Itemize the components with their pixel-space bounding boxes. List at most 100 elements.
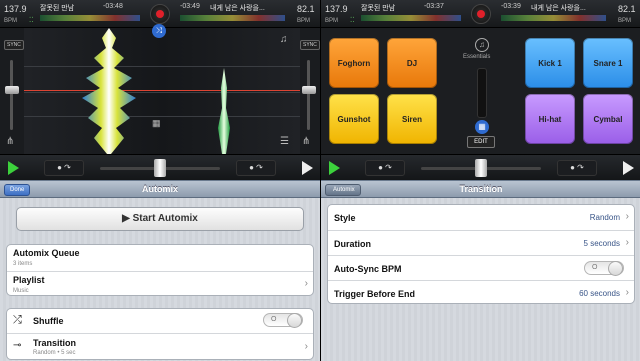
automix-panel: ▶ Start Automix Automix Queue 3 items Pl…: [0, 198, 320, 361]
pad-dj[interactable]: DJ: [387, 38, 437, 88]
automix-queue-sub: 3 items: [13, 261, 33, 267]
waveform-deck: SYNC ⋔ ♫ ☰ ⤨ ▦ ♫ ☰ SYNC ⋔: [0, 24, 320, 154]
transition-group: Style Random › Duration 5 seconds › Auto…: [327, 204, 635, 304]
shuffle-title: Shuffle: [33, 316, 64, 326]
shuffle-toggle[interactable]: O: [263, 313, 303, 328]
shuffle-icon: ⤮: [13, 314, 22, 326]
transition-navbar: Automix Transition: [321, 180, 640, 198]
duration-value: 5 seconds: [583, 239, 620, 248]
shuffle-toggle-label: O: [271, 316, 277, 323]
pad-hi-hat[interactable]: Hi-hat: [525, 94, 575, 144]
record-button[interactable]: [471, 4, 491, 24]
waveform-lane[interactable]: ⤨ ▦: [24, 24, 300, 154]
pad-gunshot[interactable]: Gunshot: [329, 94, 379, 144]
duration-row[interactable]: Duration 5 seconds ›: [328, 230, 634, 255]
style-value: Random: [589, 213, 620, 222]
grid-menu-icon[interactable]: ▦: [152, 118, 161, 129]
transport-bar: ● ↷ ● ↷: [321, 154, 640, 180]
deck-b-track-title: 내게 남은 사랑을...: [531, 5, 586, 12]
deck-b-pitch-knob[interactable]: [302, 86, 316, 94]
start-automix-button[interactable]: ▶ Start Automix: [16, 207, 304, 231]
deck-a-overview-waveform[interactable]: [40, 15, 140, 21]
deck-b-time: -03:39: [501, 3, 521, 10]
deck-b-pitch-fader[interactable]: [307, 60, 310, 130]
deck-a-cue-loop-button[interactable]: ● ↷: [44, 160, 84, 176]
sampler-deck: Foghorn DJ Gunshot Siren ♫ Essentials ▦ …: [321, 28, 640, 154]
duration-label: Duration: [334, 239, 371, 249]
automix-title: Automix: [142, 184, 178, 194]
grid-menu-icon[interactable]: ▦: [475, 120, 489, 134]
transition-panel: Style Random › Duration 5 seconds › Auto…: [321, 198, 640, 361]
deck-b-cue-loop-button[interactable]: ● ↷: [557, 160, 597, 176]
automix-navbar: Done Automix: [0, 180, 320, 198]
deck-b-overview-waveform[interactable]: [501, 15, 606, 21]
pad-cymbal[interactable]: Cymbal: [583, 94, 633, 144]
crossfader-knob[interactable]: [154, 159, 166, 177]
transition-icon: ⊸: [13, 340, 22, 351]
screen: 137.9 BPM 잘못된 만남 -03:48 ⁚⁚ -03:49 내게 남은 사…: [0, 0, 640, 361]
deck-a-cue-loop-button[interactable]: ● ↷: [365, 160, 405, 176]
start-automix-label: Start Automix: [132, 213, 198, 224]
chevron-right-icon: ›: [625, 287, 629, 298]
style-row[interactable]: Style Random ›: [328, 205, 634, 230]
trigger-before-end-value: 60 seconds: [579, 289, 620, 298]
transition-title: Transition: [459, 184, 503, 194]
crossfader-knob[interactable]: [475, 159, 487, 177]
deck-b-time: -03:49: [180, 3, 200, 10]
deck-a-pitch-fader[interactable]: [10, 60, 13, 130]
music-note-icon[interactable]: ♫: [475, 38, 489, 52]
deck-a-play-button[interactable]: [329, 161, 340, 175]
deck-b-bpm: 82.1 BPM: [618, 4, 636, 24]
deck-a-overview-waveform[interactable]: [361, 15, 461, 21]
deck-b-music-note-icon[interactable]: ♫: [280, 34, 288, 45]
deck-a-track-title: 잘못된 만남: [40, 5, 75, 12]
pad-snare-1[interactable]: Snare 1: [583, 38, 633, 88]
queue-group: Automix Queue 3 items Playlist Music ›: [6, 244, 314, 296]
style-label: Style: [334, 213, 356, 223]
deck-a-bpm: 137.9 BPM: [325, 4, 348, 24]
deck-b-play-button[interactable]: [302, 161, 313, 175]
pad-foghorn[interactable]: Foghorn: [329, 38, 379, 88]
shuffle-row: ⤮ Shuffle O: [7, 309, 313, 333]
deck-a-sync-button[interactable]: SYNC: [4, 40, 24, 50]
deck-b-fx-icon[interactable]: ⋔: [302, 136, 310, 147]
deck-a-grid-icon: ⁚⁚: [29, 17, 34, 24]
deck-b-bpm: 82.1 BPM: [297, 4, 315, 24]
pad-siren[interactable]: Siren: [387, 94, 437, 144]
deck-b-sync-button[interactable]: SYNC: [300, 40, 320, 50]
automix-queue-title: Automix Queue: [13, 248, 80, 258]
trigger-before-end-row[interactable]: Trigger Before End 60 seconds ›: [328, 280, 634, 303]
deck-a-track-title: 잘못된 만남: [361, 5, 396, 12]
pad-bank-scroller[interactable]: [477, 68, 487, 118]
automix-queue-row[interactable]: Automix Queue 3 items: [7, 245, 313, 271]
record-button[interactable]: [150, 4, 170, 24]
trigger-before-end-label: Trigger Before End: [334, 289, 416, 299]
pad-kick-1[interactable]: Kick 1: [525, 38, 575, 88]
chevron-right-icon: ›: [304, 278, 308, 289]
right-screen: 137.9 BPM 잘못된 만남 -03:37 ⁚⁚ -03:39 내게 남은 사…: [320, 0, 640, 361]
deck-b-play-button[interactable]: [623, 161, 634, 175]
automix-icon[interactable]: ⤨: [152, 24, 166, 38]
deck-a-grid-icon: ⁚⁚: [350, 17, 355, 24]
transition-sub: Random • 5 sec: [33, 350, 76, 356]
deck-a-fx-icon[interactable]: ⋔: [6, 136, 14, 147]
toggle-knob: [608, 261, 623, 276]
options-group: ⤮ Shuffle O ⊸ Transition Random • 5 sec …: [6, 308, 314, 360]
edit-button[interactable]: EDIT: [467, 136, 495, 148]
auto-sync-bpm-toggle[interactable]: O: [584, 261, 624, 276]
playlist-title: Playlist: [13, 275, 45, 285]
deck-a-time: -03:48: [103, 3, 123, 10]
deck-a-bpm: 137.9 BPM: [4, 4, 27, 24]
deck-b-overview-waveform[interactable]: [180, 15, 285, 21]
transition-row[interactable]: ⊸ Transition Random • 5 sec ›: [7, 333, 313, 359]
auto-sync-bpm-label: Auto-Sync BPM: [334, 264, 402, 274]
toggle-knob: [287, 313, 302, 328]
deck-a-play-button[interactable]: [8, 161, 19, 175]
transport-bar: ● ↷ ● ↷: [0, 154, 320, 180]
deck-a-pitch-knob[interactable]: [5, 86, 19, 94]
deck-b-mixer-icon[interactable]: ☰: [280, 136, 289, 147]
top-bar: 137.9 BPM 잘못된 만남 -03:37 ⁚⁚ -03:39 내게 남은 사…: [321, 0, 640, 28]
deck-b-cue-loop-button[interactable]: ● ↷: [236, 160, 276, 176]
playlist-row[interactable]: Playlist Music ›: [7, 271, 313, 295]
deck-a-waveform: [82, 28, 136, 154]
